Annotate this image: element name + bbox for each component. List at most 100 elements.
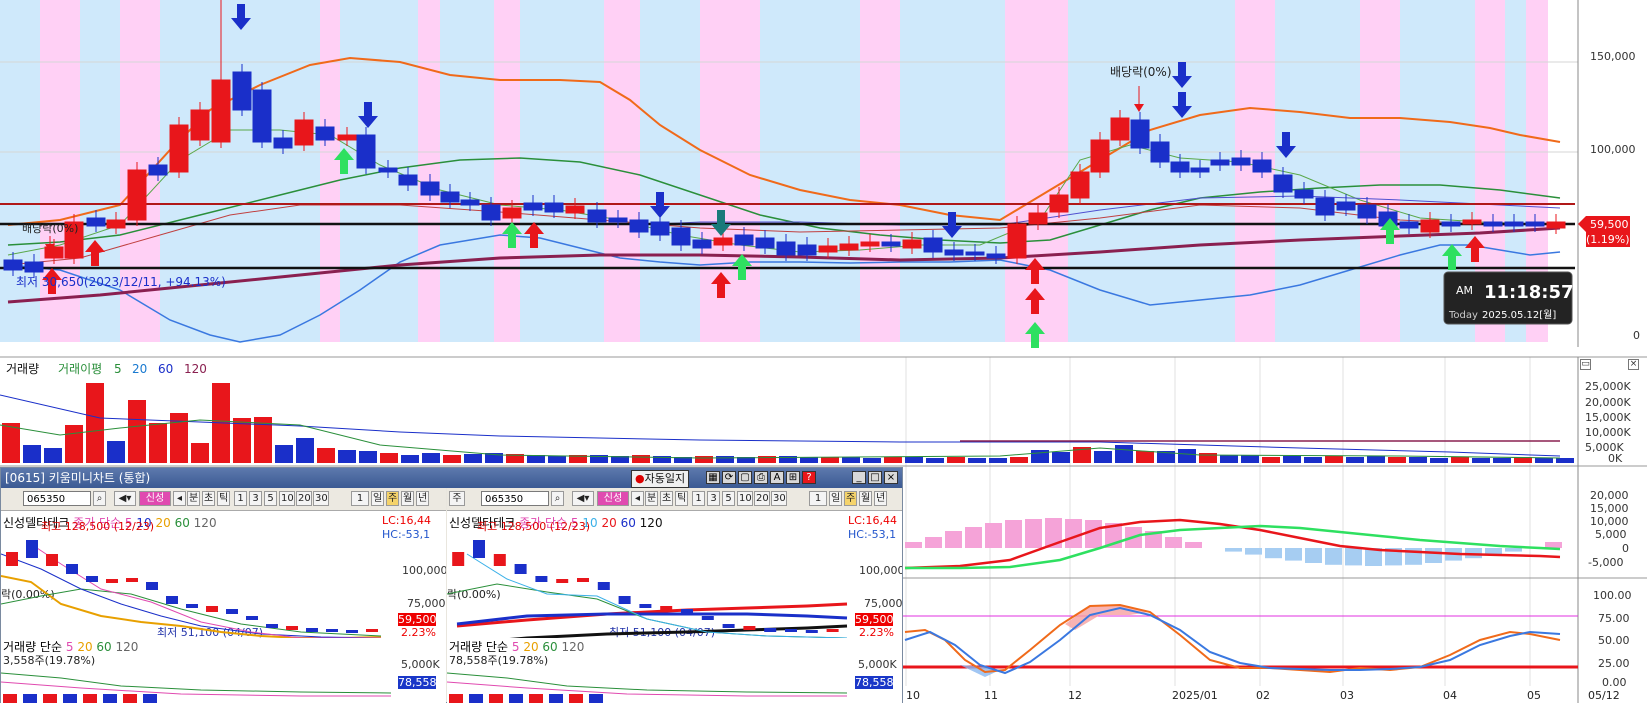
candle: [776, 241, 796, 256]
mini-window-titlebar[interactable]: [0615] 키움미니차트 (통합) ●자동일지 ▦ ⟳ ▢ ⎙ A ⊞ ? _…: [1, 468, 902, 488]
candle: [523, 202, 543, 211]
auto-log-button[interactable]: ●자동일지: [631, 470, 690, 488]
stock-code-input[interactable]: 065350: [23, 491, 91, 506]
interval-button[interactable]: 3: [707, 491, 720, 506]
mini-price-box: 59,500: [855, 613, 894, 626]
period-minute-button[interactable]: 분: [187, 491, 201, 506]
macd-bar: [1245, 548, 1262, 555]
volume-bar: [401, 455, 419, 463]
interval-button[interactable]: 1: [234, 491, 247, 506]
candle: [1357, 204, 1377, 219]
period-week-button[interactable]: 주: [844, 491, 858, 506]
candle: [273, 137, 293, 149]
volume-bar: [296, 438, 314, 463]
interval-button[interactable]: 20: [754, 491, 770, 506]
mini-candles: [6, 540, 378, 633]
volume-bar: [1010, 457, 1028, 463]
text-color-icon[interactable]: A: [770, 471, 784, 484]
period-select[interactable]: 주: [449, 491, 465, 506]
candle: [565, 205, 585, 214]
background-bands: [0, 0, 1578, 342]
candle: [629, 219, 649, 233]
search-icon[interactable]: ⌕: [93, 491, 106, 506]
period-tick-button[interactable]: 틱: [217, 491, 231, 506]
count-input[interactable]: 1: [351, 491, 369, 506]
band: [494, 0, 520, 342]
volume-bar: [128, 400, 146, 463]
candle: [1110, 117, 1130, 141]
pane-restore-button[interactable]: ▭: [1580, 359, 1591, 370]
volume-bar: [1325, 456, 1343, 463]
volume-bar: [275, 445, 293, 463]
candle: [587, 209, 607, 223]
mini-candle: [681, 609, 693, 614]
help-icon[interactable]: ?: [802, 471, 816, 484]
volume-bar: [1094, 451, 1112, 463]
period-day-button[interactable]: 일: [371, 491, 385, 506]
svg-text:10,000: 10,000: [1590, 515, 1629, 528]
interval-button[interactable]: 1: [692, 491, 705, 506]
mini-pane-left[interactable]: 065350 ⌕ ◀▾ 신성 ◂ 분 초 틱 1 3 5 10 20 30 1 …: [1, 488, 446, 703]
svg-text:12: 12: [1068, 689, 1082, 702]
speaker-icon[interactable]: ◀▾: [114, 491, 136, 506]
candle: [1315, 197, 1335, 216]
mini-volume-bar: [43, 694, 57, 703]
interval-button[interactable]: 30: [771, 491, 787, 506]
volume-bar: [1367, 456, 1385, 463]
candle: [1130, 119, 1150, 149]
interval-button[interactable]: 5: [264, 491, 277, 506]
period-tick-button[interactable]: 틱: [675, 491, 689, 506]
mini-pane-right[interactable]: 주 065350 ⌕ ◀▾ 신성 ◂ 분 초 틱 1 3 5 10 20 30 …: [447, 488, 902, 703]
print-icon[interactable]: ⎙: [754, 471, 768, 484]
volume-bar: [989, 458, 1007, 463]
period-year-button[interactable]: 년: [874, 491, 888, 506]
speaker-icon[interactable]: ◀▾: [572, 491, 594, 506]
period-day-button[interactable]: 일: [829, 491, 843, 506]
period-year-button[interactable]: 년: [416, 491, 430, 506]
window-icon[interactable]: ▢: [738, 471, 752, 484]
indicator-button[interactable]: 신성: [139, 491, 171, 506]
pane-close-button[interactable]: ×: [1628, 359, 1639, 370]
count-input[interactable]: 1: [809, 491, 827, 506]
refresh-icon[interactable]: ⟳: [722, 471, 736, 484]
close-button[interactable]: ×: [884, 471, 898, 484]
candle: [190, 109, 210, 141]
period-second-button[interactable]: 초: [202, 491, 216, 506]
mini-price-box: 59,500: [398, 613, 437, 626]
layout-icon[interactable]: ▦: [706, 471, 720, 484]
interval-button[interactable]: 10: [737, 491, 753, 506]
candle: [481, 204, 501, 221]
svg-text:60: 60: [158, 362, 173, 376]
interval-button[interactable]: 3: [249, 491, 262, 506]
indicator-button[interactable]: 신성: [597, 491, 629, 506]
period-second-button[interactable]: 초: [660, 491, 674, 506]
prev-icon[interactable]: ◂: [631, 491, 644, 506]
period-minute-button[interactable]: 분: [645, 491, 659, 506]
dividend-label: 배당락(0%): [22, 222, 78, 235]
svg-text:5: 5: [114, 362, 122, 376]
volume-bar: [527, 455, 545, 463]
period-month-button[interactable]: 월: [401, 491, 415, 506]
grid-icon[interactable]: ⊞: [786, 471, 800, 484]
mini-chart-window[interactable]: [0615] 키움미니차트 (통합) ●자동일지 ▦ ⟳ ▢ ⎙ A ⊞ ? _…: [0, 467, 903, 703]
candle: [1170, 161, 1190, 173]
stock-code-input[interactable]: 065350: [481, 491, 549, 506]
minimize-button[interactable]: _: [852, 471, 866, 484]
search-icon[interactable]: ⌕: [551, 491, 564, 506]
clock-widget: AM 11:18:57 Today 2025.05.12[월]: [1443, 271, 1574, 325]
mini-volume-bar: [143, 694, 157, 703]
interval-button[interactable]: 20: [296, 491, 312, 506]
mini-volume-bar: [63, 694, 77, 703]
interval-button[interactable]: 30: [313, 491, 329, 506]
band: [40, 0, 80, 342]
mini-volume-bar: [123, 694, 137, 703]
volume-bar: [1535, 458, 1553, 463]
period-month-button[interactable]: 월: [859, 491, 873, 506]
interval-button[interactable]: 10: [279, 491, 295, 506]
mini-candle: [126, 578, 138, 582]
volume-bar: [359, 451, 377, 463]
maximize-button[interactable]: □: [868, 471, 882, 484]
interval-button[interactable]: 5: [722, 491, 735, 506]
prev-icon[interactable]: ◂: [173, 491, 186, 506]
period-week-button[interactable]: 주: [386, 491, 400, 506]
